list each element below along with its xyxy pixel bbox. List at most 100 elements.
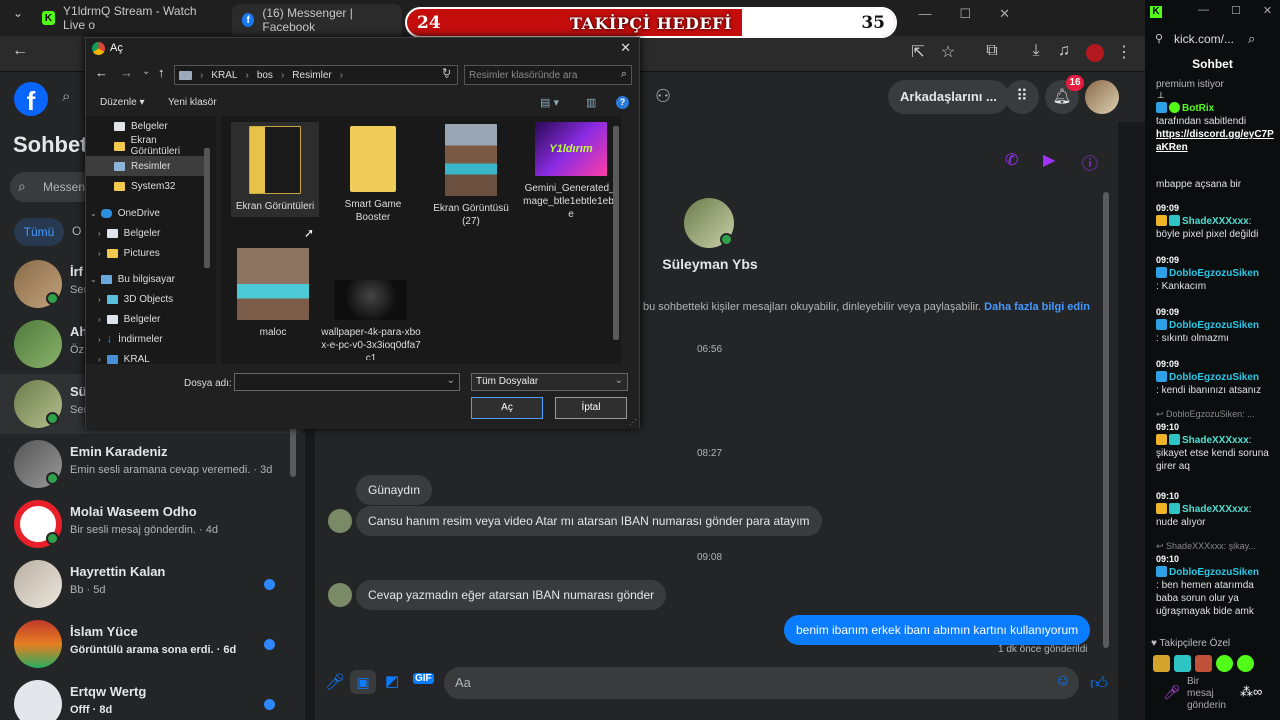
sticker-icon[interactable]: ◩ [385,672,399,690]
breadcrumb[interactable]: › KRAL › bos › Resimler › ⌄ [174,65,458,85]
conversation-item[interactable]: Ertqw Wertg Offf · 8d [0,674,300,720]
like-thumb-icon[interactable]: 👍︎ [1090,673,1108,694]
tree-item[interactable]: ⌄ Bu bilgisayar [86,269,206,289]
expand-chevron-icon[interactable]: ⌄ [90,209,97,218]
message-bubble-sent[interactable]: benim ibanım erkek ibanı abımın kartını … [784,615,1091,645]
expand-chevron-icon[interactable]: › [98,355,101,364]
fb-search-icon[interactable]: ⌕ [62,88,70,105]
message-bubble[interactable]: Cansu hanım resim veya video Atar mı ata… [356,506,822,536]
back-icon[interactable]: ← [8,42,32,60]
tree-item[interactable]: › 3D Objects [86,289,206,309]
minimize-icon[interactable]: — [918,6,931,22]
tree-item[interactable]: Ekran Görüntüleri [86,135,206,157]
filter-all-chip[interactable]: Tümü [14,218,64,246]
tab-messenger[interactable]: f (16) Messenger | Facebook [232,4,402,36]
close-window-icon[interactable]: ✕ [999,6,1010,22]
file-item[interactable]: maloc [227,248,319,339]
emote-icon[interactable] [1195,655,1212,672]
zoom-search-icon[interactable]: ⌕ [1248,31,1255,47]
breadcrumb-item[interactable]: Resimler [292,70,331,81]
message-bubble[interactable]: Günaydın [356,475,433,505]
settings-icon[interactable]: ⁂∞ [1240,684,1262,700]
dialog-search-input[interactable]: Resimler klasöründe ara ⌕ [464,65,632,85]
help-icon[interactable]: ? [616,96,629,109]
profile-avatar[interactable] [1086,44,1104,62]
menu-grid-icon[interactable]: ⠿ [1005,80,1039,114]
expand-chevron-icon[interactable]: › [98,315,101,324]
account-avatar[interactable] [1085,80,1119,114]
tree-item[interactable]: › Pictures [86,243,206,263]
kick-message-input[interactable]: Bir mesaj gönderin [1187,676,1227,712]
minimize-icon[interactable]: — [1198,4,1209,17]
tree-item[interactable]: ⌄ OneDrive [86,203,206,223]
download-icon[interactable]: ⤓ [1024,42,1048,60]
chat-username[interactable]: DobloEgzozuSiken [1169,372,1259,383]
close-window-icon[interactable]: ✕ [1263,4,1272,17]
back-icon[interactable]: ← [95,65,108,80]
tree-item[interactable]: › KRAL [86,349,206,365]
recent-chevron-icon[interactable]: ⌄ [142,66,150,77]
install-app-icon[interactable]: ⇱ [906,42,930,62]
organize-menu[interactable]: Düzenle ▾ [100,97,145,108]
refresh-icon[interactable]: ↻ [442,66,451,79]
forward-icon[interactable]: → [120,65,133,80]
conversation-item[interactable]: Hayrettin Kalan Bb · 5d [0,554,300,614]
file-item[interactable]: Ekran Görüntüsü (27) [427,124,515,228]
up-icon[interactable]: ↑ [158,65,165,80]
cancel-button[interactable]: İptal [555,397,627,419]
breadcrumb-item[interactable]: KRAL [211,70,237,81]
attach-image-icon[interactable]: ▣ [350,670,376,694]
extensions-icon[interactable]: ⧉ [980,42,1004,60]
expand-chevron-icon[interactable]: ⌄ [90,275,97,284]
breadcrumb-item[interactable]: bos [257,70,273,81]
expand-chevron-icon[interactable]: › [98,229,101,238]
tree-item-selected[interactable]: Resimler [86,156,206,176]
pinned-link[interactable]: https://discord.gg/eyC7PaKRen [1156,129,1274,153]
chat-username[interactable]: DobloEgzozuSiken [1169,268,1259,279]
new-folder-button[interactable]: Yeni klasör [168,97,217,108]
maximize-icon[interactable]: ☐ [959,6,971,22]
tree-item[interactable]: System32 [86,176,206,196]
bookmark-star-icon[interactable]: ☆ [936,42,960,62]
find-friends-button[interactable]: Arkadaşlarını ... [888,80,1009,114]
file-type-select[interactable]: Tüm Dosyalar ⌄ [471,373,628,391]
groups-icon[interactable]: ⚇ [655,86,671,107]
filename-dropdown-icon[interactable]: ⌄ [447,375,455,386]
mic-icon[interactable]: 🎤︎ [1163,684,1181,701]
filter-unread-chip[interactable]: O [72,224,81,238]
learn-more-link[interactable]: Daha fazla bilgi edin [984,301,1090,313]
emoji-icon[interactable]: ☺ [1055,672,1071,690]
chat-username[interactable]: DobloEgzozuSiken [1169,320,1259,331]
tab-search-icon[interactable]: ⌄ [6,6,30,20]
file-item[interactable]: Ekran Görüntüleri [231,122,319,217]
file-item[interactable]: Y1ldırım Gemini_Generated_Image_btle1ebt… [521,122,621,221]
voice-call-icon[interactable]: ✆ [1005,150,1018,170]
video-call-icon[interactable]: ▶ [1043,150,1055,170]
tab-kick[interactable]: K Y1ldrmQ Stream - Watch Live o [32,4,230,32]
chat-username[interactable]: ShadeXXXxxx [1182,435,1249,446]
emote-icon[interactable] [1153,655,1170,672]
tree-item[interactable]: Belgeler [86,116,206,136]
conversation-item[interactable]: İslam Yüce Görüntülü arama sona erdi. · … [0,614,300,674]
resize-grip-icon[interactable]: ⋰ [629,418,637,427]
kick-url[interactable]: kick.com/... [1174,32,1234,46]
tree-item[interactable]: › ↓ İndirmeler [86,329,206,349]
site-settings-icon[interactable]: ⚲ [1155,32,1163,45]
chat-scrollbar[interactable] [1103,192,1109,648]
expand-chevron-icon[interactable]: › [98,335,101,344]
emote-icon[interactable] [1216,655,1233,672]
media-icon[interactable]: ♫ [1052,42,1076,60]
preview-pane-icon[interactable]: ▥ [586,96,596,109]
chat-username[interactable]: ShadeXXXxxx [1182,504,1249,515]
emote-icon[interactable] [1237,655,1254,672]
expand-chevron-icon[interactable]: › [98,249,101,258]
tree-scrollbar[interactable] [204,118,212,362]
view-mode-icon[interactable]: ▤ ▾ [540,96,559,109]
emote-icon[interactable] [1174,655,1191,672]
tree-item[interactable]: › Belgeler [86,223,206,243]
facebook-logo-icon[interactable]: f [14,82,48,116]
expand-chevron-icon[interactable]: › [98,295,101,304]
file-list-scrollbar[interactable] [613,120,621,360]
file-item[interactable]: wallpaper-4k-para-xbox-e-pc-v0-3x3ioq0df… [321,280,421,360]
chat-username[interactable]: ShadeXXXxxx [1182,216,1249,227]
